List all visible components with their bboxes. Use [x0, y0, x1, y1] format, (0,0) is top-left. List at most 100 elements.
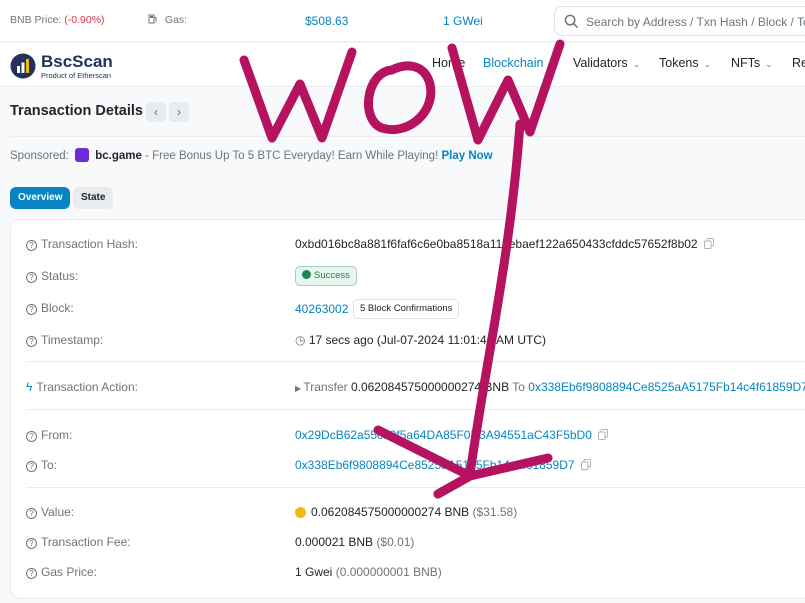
- divider: [26, 487, 805, 488]
- block-label: ? Block:: [26, 301, 74, 315]
- brand-name: BscScan: [41, 52, 113, 71]
- page-title: Transaction Details: [10, 103, 143, 119]
- fee-value: 0.000021 BNB ($0.01): [295, 535, 414, 549]
- from-label-text: From:: [41, 428, 73, 442]
- action-value: ▶ Transfer 0.062084575000000274 BNB To 0…: [295, 380, 805, 394]
- sponsored-banner: Sponsored: bc.game - Free Bonus Up To 5 …: [10, 148, 493, 162]
- chevron-down-icon: ⌄: [632, 59, 641, 69]
- chevron-down-icon: ⌄: [548, 59, 556, 69]
- value-label: ? Value:: [26, 505, 74, 519]
- help-icon[interactable]: ?: [26, 538, 37, 549]
- nav-tokens[interactable]: Tokens ⌄: [659, 56, 711, 70]
- gas-price-label-text: Gas Price:: [41, 565, 98, 579]
- to-label: ? To:: [26, 458, 57, 472]
- gas-amount: 1 Gwei: [295, 565, 333, 579]
- status-value: Success: [314, 270, 350, 281]
- action-to-link[interactable]: 0x338Eb6f9808894Ce8525aA5175Fb14c4f61859…: [528, 380, 805, 394]
- block-number-link[interactable]: 40263002: [295, 302, 348, 316]
- title-divider: [10, 136, 805, 137]
- to-address-link[interactable]: 0x338Eb6f9808894Ce8525aA5175Fb14c4f61859…: [295, 458, 575, 472]
- nav-blockchain[interactable]: Blockchain ⌄: [483, 56, 556, 70]
- search-input[interactable]: Search by Address / Txn Hash / Block / T…: [586, 15, 805, 29]
- tab-overview[interactable]: Overview: [10, 187, 71, 209]
- help-icon[interactable]: ?: [26, 461, 37, 472]
- value-usd: ($31.58): [472, 505, 518, 519]
- chevron-left-icon: ‹: [154, 105, 158, 119]
- fee-label: ? Transaction Fee:: [26, 535, 131, 549]
- prev-tx-button[interactable]: ‹: [146, 102, 166, 122]
- nav-nfts[interactable]: NFTs ⌄: [731, 56, 773, 70]
- status-label: ? Status:: [26, 269, 78, 283]
- lightning-icon: ϟ: [26, 380, 33, 394]
- to-value: 0x338Eb6f9808894Ce8525aA5175Fb14c4f61859…: [295, 458, 591, 472]
- chevron-right-icon: ›: [177, 105, 181, 119]
- timestamp-label: ? Timestamp:: [26, 333, 103, 347]
- next-tx-button[interactable]: ›: [169, 102, 189, 122]
- from-label: ? From:: [26, 428, 72, 442]
- timestamp-label-text: Timestamp:: [41, 333, 104, 347]
- value-label-text: Value:: [41, 505, 75, 519]
- gas-price-label: ? Gas Price:: [26, 565, 97, 579]
- divider: [26, 409, 805, 410]
- copy-icon[interactable]: [597, 429, 608, 440]
- help-icon[interactable]: ?: [26, 568, 37, 579]
- bnb-price-value[interactable]: $508.63: [305, 14, 348, 28]
- nav-home[interactable]: Home: [432, 56, 465, 70]
- help-icon[interactable]: ?: [26, 336, 37, 347]
- search-box[interactable]: Search by Address / Txn Hash / Block / T…: [554, 6, 805, 36]
- gas-tracker: Gas: 1 GWei: [148, 14, 483, 28]
- action-prefix: Transfer: [303, 380, 348, 394]
- block-label-text: Block:: [41, 301, 74, 315]
- fee-usd: ($0.01): [376, 535, 415, 549]
- tab-state[interactable]: State: [73, 187, 114, 209]
- nav-validators-label: Validators: [573, 56, 628, 70]
- hash-label: ? Transaction Hash:: [26, 237, 138, 251]
- sponsor-text: - Free Bonus Up To 5 BTC Everyday! Earn …: [145, 150, 439, 162]
- action-label-text: Transaction Action:: [36, 380, 138, 394]
- bnb-price-change: (-0.90%): [64, 14, 105, 26]
- confirmations-badge: 5 Block Confirmations: [353, 299, 460, 319]
- sponsor-brand[interactable]: bc.game: [95, 150, 142, 162]
- value-value: 0.062084575000000274 BNB ($31.58): [295, 505, 517, 519]
- chevron-down-icon: ⌄: [703, 59, 712, 69]
- copy-icon[interactable]: [580, 459, 591, 470]
- from-value: 0x29DcB62a55c99f5a64DA85F0D3A94551aC43F5…: [295, 428, 608, 442]
- chevron-down-icon: ⌄: [765, 59, 773, 69]
- bnb-coin-icon: [295, 507, 306, 518]
- gas-bnb: (0.000000001 BNB): [335, 565, 442, 579]
- gas-label: Gas:: [164, 14, 188, 26]
- help-icon[interactable]: ?: [26, 508, 37, 519]
- help-icon[interactable]: ?: [26, 272, 37, 283]
- divider: [26, 361, 805, 362]
- help-icon[interactable]: ?: [26, 240, 37, 251]
- hash-value-text: 0xbd016bc8a881f6faf6c6e0ba8518a11ffebaef…: [295, 237, 698, 251]
- nav-tokens-label: Tokens: [659, 56, 699, 70]
- hash-value: 0xbd016bc8a881f6faf6c6e0ba8518a11ffebaef…: [295, 237, 714, 251]
- gas-pump-icon: [148, 14, 157, 24]
- nav-home-label: Home: [432, 56, 466, 70]
- value-amount: 0.062084575000000274 BNB: [311, 505, 470, 519]
- action-to-label: To: [512, 380, 525, 394]
- search-icon: [564, 14, 579, 29]
- gas-price-value: 1 Gwei (0.000000001 BNB): [295, 565, 442, 579]
- logo-icon: [10, 53, 36, 79]
- help-icon[interactable]: ?: [26, 304, 37, 315]
- bscscan-logo[interactable]: BscScan Product of Etherscan: [10, 52, 130, 80]
- help-icon[interactable]: ?: [26, 431, 37, 442]
- top-bar: BNB Price: $508.63 (-0.90%) Gas: 1 GWei …: [0, 0, 805, 42]
- from-address-link[interactable]: 0x29DcB62a55c99f5a64DA85F0D3A94551aC43F5…: [295, 428, 592, 442]
- timestamp-value-text: 17 secs ago (Jul-07-2024 11:01:40 AM UTC…: [308, 333, 547, 347]
- to-label-text: To:: [41, 458, 58, 472]
- copy-icon[interactable]: [703, 238, 714, 249]
- timestamp-value: ◷ 17 secs ago (Jul-07-2024 11:01:40 AM U…: [295, 333, 546, 347]
- fee-amount: 0.000021 BNB: [295, 535, 374, 549]
- sponsor-cta-link[interactable]: Play Now: [441, 150, 492, 162]
- action-amount: 0.062084575000000274 BNB: [350, 380, 510, 394]
- brand-subtitle: Product of Etherscan: [41, 71, 112, 80]
- nav-resources[interactable]: Re: [792, 56, 805, 70]
- gas-value[interactable]: 1 GWei: [443, 14, 483, 28]
- bnb-price-label: BNB Price:: [10, 14, 62, 26]
- hash-label-text: Transaction Hash:: [41, 237, 138, 251]
- nav-blockchain-label: Blockchain: [483, 56, 544, 70]
- nav-validators[interactable]: Validators ⌄: [573, 56, 640, 70]
